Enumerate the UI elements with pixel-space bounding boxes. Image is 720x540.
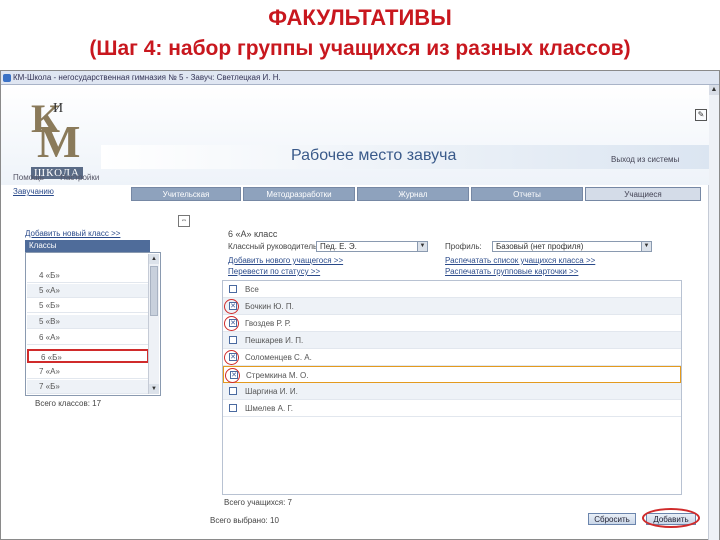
- checkbox[interactable]: [229, 387, 237, 395]
- window-scrollbar[interactable]: ▲: [708, 85, 719, 540]
- teacher-select[interactable]: Пед. Е. Э. ▼: [316, 241, 428, 252]
- profile-label: Профиль:: [445, 242, 482, 251]
- table-row[interactable]: Шаргина И. И.: [223, 383, 681, 400]
- tab-teachers[interactable]: Учительская: [131, 187, 241, 201]
- tab-reports[interactable]: Отчеты: [471, 187, 583, 201]
- logo-letter-m: М: [37, 116, 81, 167]
- print-list-link[interactable]: Распечатать список учащихся класса >>: [445, 256, 595, 265]
- scroll-thumb[interactable]: [150, 266, 158, 316]
- chevron-down-icon: ▼: [641, 242, 651, 251]
- table-row[interactable]: Шмелев А. Г.: [223, 400, 681, 417]
- breadcrumb[interactable]: Завучанию: [13, 187, 54, 196]
- edit-icon[interactable]: ✎: [695, 109, 707, 121]
- table-row[interactable]: Пешкарев И. П.: [223, 332, 681, 349]
- checkbox[interactable]: [229, 336, 237, 344]
- window-titlebar: КМ-Школа - негосударственная гимназия № …: [1, 71, 719, 85]
- classes-header: Классы: [25, 240, 150, 252]
- highlight-circle: [224, 299, 239, 314]
- table-row-selected[interactable]: ✕ Стремкина М. О.: [223, 366, 681, 383]
- student-name: Бочкин Ю. П.: [245, 302, 294, 311]
- window-title: КМ-Школа - негосударственная гимназия № …: [13, 73, 281, 82]
- class-list-scrollbar[interactable]: ▲ ▼: [148, 254, 159, 394]
- highlight-circle: [225, 368, 240, 383]
- highlight-circle: [224, 316, 239, 331]
- student-count: Всего учащихся: 7: [224, 498, 293, 507]
- reset-button[interactable]: Сбросить: [588, 513, 636, 525]
- list-item[interactable]: 5 «В»: [27, 315, 149, 329]
- chevron-down-icon: ▼: [417, 242, 427, 251]
- class-count: Всего классов: 17: [35, 399, 102, 408]
- list-item[interactable]: 7 «А»: [27, 365, 149, 379]
- student-name: Соломенцев С. А.: [245, 353, 312, 362]
- checkbox[interactable]: [229, 404, 237, 412]
- student-name: Гвоздев Р. Р.: [245, 319, 291, 328]
- profile-select[interactable]: Базовый (нет профиля) ▼: [492, 241, 652, 252]
- table-row[interactable]: ✕ Гвоздев Р. Р.: [223, 315, 681, 332]
- nav-settings[interactable]: Настройки: [60, 173, 99, 182]
- student-name: Шаргина И. И.: [245, 387, 298, 396]
- table-row[interactable]: ✕ Бочкин Ю. П.: [223, 298, 681, 315]
- student-list: Все ✕ Бочкин Ю. П. ✕ Гвоздев Р. Р. Пешка…: [222, 280, 682, 495]
- exit-link[interactable]: Выход из системы: [611, 155, 679, 164]
- student-name: Все: [245, 285, 259, 294]
- class-title: 6 «А» класс: [228, 229, 278, 239]
- list-item[interactable]: 5 «Б»: [27, 299, 149, 313]
- slide-title: ФАКУЛЬТАТИВЫ: [268, 5, 452, 30]
- list-item[interactable]: 7 «Б»: [27, 380, 149, 394]
- student-name: Стремкина М. О.: [246, 371, 309, 380]
- add-class-link[interactable]: Добавить новый класс >>: [25, 229, 120, 238]
- teacher-value: Пед. Е. Э.: [320, 242, 357, 251]
- scroll-up-icon[interactable]: ▲: [709, 85, 719, 95]
- add-student-link[interactable]: Добавить нового учащегося >>: [228, 256, 343, 265]
- scroll-down-icon[interactable]: ▼: [149, 384, 159, 394]
- list-item[interactable]: 4 «Б»: [27, 269, 149, 283]
- scroll-up-icon[interactable]: ▲: [149, 254, 159, 264]
- slide-subtitle: (Шаг 4: набор группы учащихся из разных …: [89, 37, 631, 60]
- student-name: Шмелев А. Г.: [245, 404, 293, 413]
- print-badges-link[interactable]: Распечатать групповые карточки >>: [445, 267, 578, 276]
- student-name: Пешкарев И. П.: [245, 336, 304, 345]
- highlight-circle: [224, 350, 239, 365]
- workspace-title: Рабочее место завуча: [291, 147, 457, 164]
- list-item-selected[interactable]: 6 «Б»: [27, 349, 149, 363]
- list-item[interactable]: 6 «А»: [27, 331, 149, 345]
- tab-bar: Учительская Методразработки Журнал Отчет…: [121, 187, 706, 202]
- nav-help[interactable]: Помощь: [13, 173, 44, 182]
- tab-methods[interactable]: Методразработки: [243, 187, 355, 201]
- checkbox[interactable]: [229, 285, 237, 293]
- tab-students[interactable]: Учащиеся: [585, 187, 701, 201]
- table-row[interactable]: ✕ Соломенцев С. А.: [223, 349, 681, 366]
- highlight-circle: [642, 508, 700, 528]
- collapse-panel-icon[interactable]: ⇔: [178, 215, 190, 227]
- tab-journal[interactable]: Журнал: [357, 187, 469, 201]
- app-header: К И М ШКОЛА Рабочее место завуча Выход и…: [1, 85, 709, 185]
- teacher-label: Классный руководитель:: [228, 242, 320, 251]
- profile-value: Базовый (нет профиля): [496, 242, 584, 251]
- browser-icon: [3, 74, 11, 82]
- top-nav: Помощь Настройки: [13, 173, 113, 182]
- list-item[interactable]: 5 «А»: [27, 284, 149, 298]
- transfer-link[interactable]: Перевести по статусу >>: [228, 267, 320, 276]
- selected-count: Всего выбрано: 10: [210, 516, 279, 525]
- table-row[interactable]: Все: [223, 281, 681, 298]
- class-list: 4 «Б» 5 «А» 5 «Б» 5 «В» 6 «А» 6 «Б» 7 «А…: [25, 252, 161, 396]
